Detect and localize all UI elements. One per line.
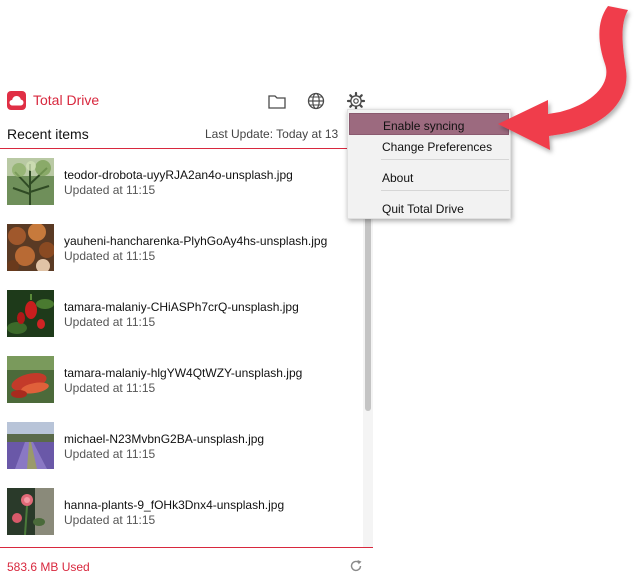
list-item[interactable]: tamara-malaniy-CHiASPh7crQ-unsplash.jpg …	[0, 281, 362, 347]
file-name: yauheni-hancharenka-PlyhGoAy4hs-unsplash…	[64, 234, 328, 248]
menu-item-about[interactable]: About	[349, 166, 509, 188]
folder-icon	[268, 95, 286, 109]
list-item[interactable]: yauheni-hancharenka-PlyhGoAy4hs-unsplash…	[0, 215, 362, 281]
app-title: Total Drive	[33, 92, 100, 108]
thumbnail-image	[7, 158, 54, 205]
thumbnail-image	[7, 223, 55, 273]
menu-item-label: Change Preferences	[382, 140, 493, 154]
menu-item-label: Quit Total Drive	[382, 202, 464, 216]
file-name: tamara-malaniy-hlgYW4QtWZY-unsplash.jpg	[64, 366, 303, 380]
file-name: hanna-plants-9_fOHk3Dnx4-unsplash.jpg	[64, 498, 285, 512]
refresh-button[interactable]	[349, 559, 363, 573]
storage-used-text: 583.6 MB Used	[7, 560, 90, 574]
thumbnail-image	[7, 488, 54, 536]
list-item[interactable]: tamara-malaniy-hlgYW4QtWZY-unsplash.jpg …	[0, 347, 362, 413]
menu-item-label: Enable syncing	[383, 119, 465, 133]
globe-icon	[307, 92, 325, 110]
recent-items-list: teodor-drobota-uyyRJA2an4o-unsplash.jpg …	[0, 149, 362, 547]
file-name: teodor-drobota-uyyRJA2an4o-unsplash.jpg	[64, 168, 293, 182]
file-name: tamara-malaniy-CHiASPh7crQ-unsplash.jpg	[64, 300, 299, 314]
recent-items-header: Recent items Last Update: Today at 13	[0, 120, 373, 149]
menu-item-enable-syncing[interactable]: Enable syncing	[349, 113, 509, 135]
menu-item-change-preferences[interactable]: Change Preferences	[349, 135, 509, 157]
menu-item-label: About	[382, 171, 414, 185]
file-updated-time: Updated at 11:15	[64, 183, 156, 197]
list-item[interactable]: hanna-plants-9_fOHk3Dnx4-unsplash.jpg Up…	[0, 479, 362, 545]
status-footer: 583.6 MB Used	[0, 547, 373, 580]
file-updated-time: Updated at 11:15	[64, 381, 156, 395]
recent-items-title: Recent items	[7, 126, 89, 142]
app-header: Total Drive	[0, 84, 373, 118]
file-updated-time: Updated at 11:15	[64, 249, 156, 263]
file-updated-time: Updated at 11:15	[64, 447, 156, 461]
menu-item-quit[interactable]: Quit Total Drive	[349, 197, 509, 219]
thumbnail-image	[7, 356, 54, 403]
globe-button[interactable]	[305, 90, 327, 112]
list-item[interactable]: michael-N23MvbnG2BA-unsplash.jpg Updated…	[0, 413, 362, 479]
menu-separator	[381, 159, 509, 160]
thumbnail-image	[7, 422, 54, 469]
menu-separator	[381, 190, 509, 191]
total-drive-window: Total Drive Recent items Last Update: To…	[0, 0, 635, 580]
file-name: michael-N23MvbnG2BA-unsplash.jpg	[64, 432, 265, 446]
thumbnail-image	[7, 290, 54, 337]
list-item[interactable]: teodor-drobota-uyyRJA2an4o-unsplash.jpg …	[0, 149, 362, 215]
refresh-icon	[350, 560, 362, 572]
settings-menu: Enable syncing Change Preferences About …	[347, 109, 511, 219]
file-updated-time: Updated at 11:15	[64, 315, 156, 329]
file-updated-time: Updated at 11:15	[64, 513, 156, 527]
folder-button[interactable]	[266, 90, 288, 112]
scrollbar-thumb[interactable]	[365, 209, 371, 411]
cloud-logo-icon	[7, 91, 26, 110]
